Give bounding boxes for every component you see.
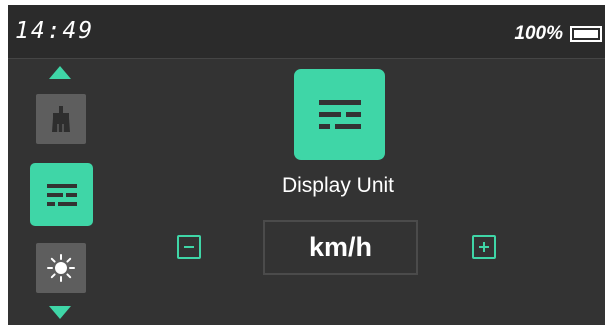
clock: 14:49 — [15, 18, 95, 44]
display-unit-icon — [46, 183, 77, 206]
status-bar: 14:49 100% — [8, 5, 605, 59]
arrow-down-icon[interactable] — [49, 306, 71, 319]
sidebar-item-brush[interactable] — [36, 94, 86, 144]
unit-value-display: km/h — [263, 220, 418, 275]
setting-icon-tile — [294, 69, 385, 160]
display-unit-icon — [318, 99, 361, 130]
sidebar-item-brightness[interactable] — [36, 243, 86, 293]
unit-value: km/h — [308, 232, 373, 262]
minus-icon — [183, 241, 195, 253]
sidebar-item-display-unit[interactable] — [30, 163, 93, 226]
brightness-icon — [47, 254, 75, 282]
device-screen: 14:49 100% Display Unit km/h — [8, 5, 605, 325]
decrease-button[interactable] — [177, 235, 201, 259]
brush-icon — [50, 106, 72, 132]
setting-title: Display Unit — [281, 174, 395, 197]
battery-level-fill — [574, 30, 598, 38]
battery-percentage: 100% — [514, 23, 563, 44]
plus-icon — [478, 241, 490, 253]
battery-icon — [570, 26, 602, 42]
increase-button[interactable] — [472, 235, 496, 259]
arrow-up-icon[interactable] — [49, 66, 71, 79]
